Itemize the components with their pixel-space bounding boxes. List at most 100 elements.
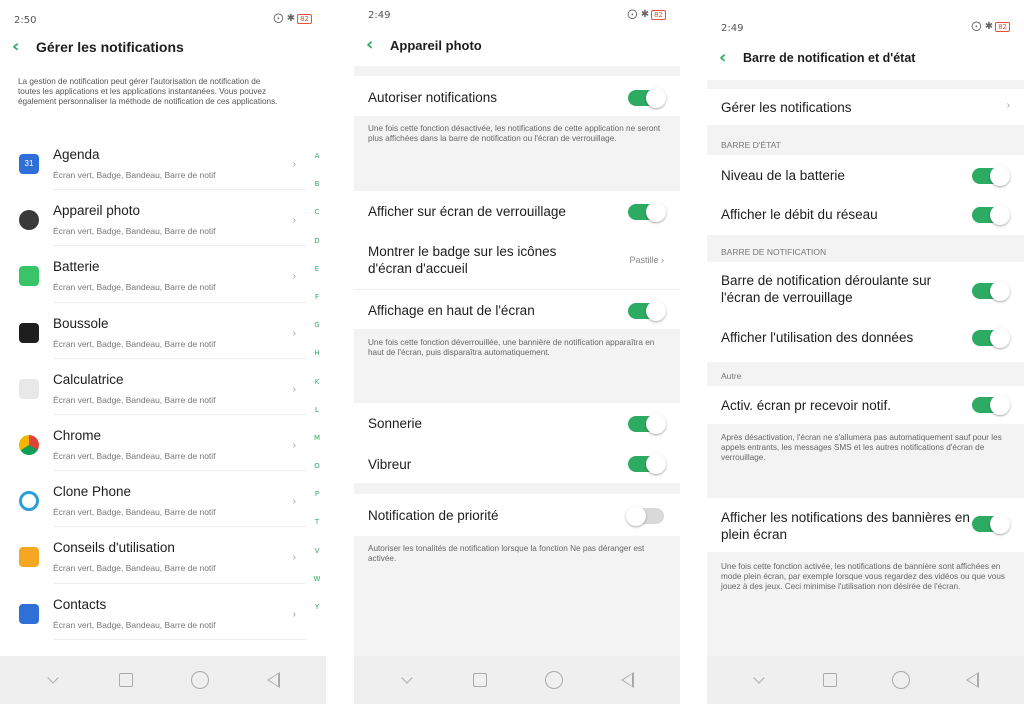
section-other: Autre	[721, 371, 742, 381]
back-arrow-icon[interactable]: ‹	[719, 49, 733, 67]
app-list-item[interactable]: Boussole Écran vert, Badge, Bandeau, Barr…	[0, 303, 306, 359]
chevron-right-icon: ›	[292, 215, 296, 227]
chevron-right-icon: ›	[292, 271, 296, 283]
alphabet-index[interactable]: ABCDEFGHKLMOPTVWY	[312, 142, 322, 621]
index-letter[interactable]: P	[312, 480, 322, 508]
index-letter[interactable]: G	[312, 311, 322, 339]
data-usage-toggle[interactable]	[972, 328, 1010, 348]
app-notification-summary: Écran vert, Badge, Bandeau, Barre de not…	[53, 507, 216, 518]
nav-back-icon[interactable]	[260, 667, 286, 693]
heads-up-note: Une fois cette fonction déverrouillée, u…	[368, 338, 655, 357]
app-notification-summary: Écran vert, Badge, Bandeau, Barre de not…	[53, 282, 216, 293]
page-title: Appareil photo	[390, 37, 482, 53]
lockscreen-toggle[interactable]	[628, 202, 666, 222]
manage-notifications-row[interactable]: Gérer les notifications ›	[707, 89, 1024, 125]
index-letter[interactable]: F	[312, 283, 322, 311]
wake-screen-toggle[interactable]	[972, 395, 1010, 415]
lockscreen-pulldown-toggle[interactable]	[972, 281, 1010, 301]
vibrate-label: Vibreur	[368, 457, 412, 472]
battery-icon: 82	[297, 14, 312, 24]
index-letter[interactable]: E	[312, 255, 322, 283]
app-name: Agenda	[53, 147, 100, 162]
wake-screen-note: Après désactivation, l'écran ne s'allume…	[721, 433, 1002, 462]
nav-home-icon[interactable]	[541, 667, 567, 693]
calendar-icon: 31	[19, 154, 39, 174]
badge-row[interactable]: Montrer le badge sur les icônes d'écran …	[354, 231, 680, 289]
status-bar: 2:50 ⨀ ✱ 82	[0, 0, 326, 30]
app-name: Calculatrice	[53, 371, 124, 387]
app-notification-summary: Écran vert, Badge, Bandeau, Barre de not…	[53, 394, 216, 405]
fullscreen-banner-row[interactable]: Afficher les notifications des bannières…	[707, 498, 1024, 552]
notification-bar-group: Barre de notification déroulante sur l'é…	[707, 262, 1024, 362]
priority-row[interactable]: Notification de priorité	[354, 494, 680, 536]
app-notification-settings-screen: 2:49 ⨀ ✱ 82 ‹ Appareil photo Autoriser no…	[354, 0, 680, 704]
index-letter[interactable]: L	[312, 396, 322, 424]
app-list-item[interactable]: Calculatrice Écran vert, Badge, Bandeau, …	[0, 359, 306, 415]
back-arrow-icon[interactable]: ‹	[366, 36, 380, 54]
fullscreen-banner-toggle[interactable]	[972, 514, 1010, 534]
nav-back-icon[interactable]	[614, 667, 640, 693]
index-letter[interactable]: B	[312, 170, 322, 198]
index-letter[interactable]: T	[312, 508, 322, 536]
chevron-right-icon: ›	[292, 327, 296, 339]
allow-notifications-row[interactable]: Autoriser notifications	[354, 76, 680, 116]
network-speed-label: Afficher le débit du réseau	[721, 207, 878, 222]
index-letter[interactable]: C	[312, 198, 322, 226]
app-list-item[interactable]: Appareil photo Écran vert, Badge, Bandeau…	[0, 190, 306, 247]
chevron-right-icon: ›	[292, 496, 296, 508]
priority-note: Autoriser les tonalités de notification …	[368, 544, 645, 563]
title-bar: ‹ Appareil photo	[354, 30, 680, 60]
battery-level-toggle[interactable]	[972, 166, 1010, 186]
app-name: Boussole	[53, 315, 109, 331]
index-letter[interactable]: H	[312, 339, 322, 367]
nav-hide-icon[interactable]	[40, 667, 66, 693]
index-letter[interactable]: Y	[312, 593, 322, 621]
back-arrow-icon[interactable]: ‹	[12, 38, 26, 56]
app-list-item[interactable]: 31 Agenda Écran vert, Badge, Bandeau, Barr…	[0, 134, 306, 191]
data-usage-label: Afficher l'utilisation des données	[721, 330, 914, 345]
index-letter[interactable]: V	[312, 537, 322, 565]
nav-hide-icon[interactable]	[746, 667, 772, 693]
app-name: Conseils d'utilisation	[53, 540, 175, 556]
tips-icon	[19, 547, 39, 568]
divider	[53, 638, 306, 640]
app-list-item[interactable]: Batterie Écran vert, Badge, Bandeau, Barr…	[0, 246, 306, 303]
wake-screen-row[interactable]: Activ. écran pr recevoir notif.	[707, 386, 1024, 424]
index-letter[interactable]: M	[312, 424, 322, 452]
vibrate-toggle[interactable]	[628, 454, 666, 474]
status-bar-group: Niveau de la batterie Afficher le débit …	[707, 155, 1024, 235]
app-list-item[interactable]: Clone Phone Écran vert, Badge, Bandeau, B…	[0, 471, 306, 528]
lockscreen-row[interactable]: Afficher sur écran de verrouillage	[354, 191, 680, 231]
chevron-right-icon: ›	[1006, 100, 1010, 111]
heads-up-row[interactable]: Affichage en haut de l'écran	[354, 289, 680, 329]
battery-level-label: Niveau de la batterie	[721, 168, 845, 183]
index-letter[interactable]: K	[312, 368, 322, 396]
heads-up-toggle[interactable]	[628, 301, 666, 321]
index-letter[interactable]: A	[312, 142, 322, 170]
app-list-item[interactable]: Conseils d'utilisation Écran vert, Badge,…	[0, 527, 306, 584]
index-letter[interactable]: O	[312, 452, 322, 480]
nav-recents-icon[interactable]	[817, 667, 843, 693]
nav-home-icon[interactable]	[888, 667, 914, 693]
app-name: Batterie	[53, 259, 100, 275]
status-time: 2:49	[368, 10, 391, 21]
index-letter[interactable]: W	[312, 565, 322, 593]
nav-recents-icon[interactable]	[467, 667, 493, 693]
status-time: 2:49	[721, 23, 744, 34]
nav-home-icon[interactable]	[187, 667, 213, 693]
app-list-item[interactable]: Chrome Écran vert, Badge, Bandeau, Barre …	[0, 415, 306, 472]
app-list-item[interactable]: Contacts Écran vert, Badge, Bandeau, Barr…	[0, 584, 306, 640]
network-speed-toggle[interactable]	[972, 205, 1010, 225]
app-notification-summary: Écran vert, Badge, Bandeau, Barre de not…	[53, 563, 216, 574]
index-letter[interactable]: D	[312, 227, 322, 255]
priority-toggle[interactable]	[626, 506, 664, 526]
nav-hide-icon[interactable]	[394, 667, 420, 693]
nav-recents-icon[interactable]	[113, 667, 139, 693]
ringtone-toggle[interactable]	[628, 414, 666, 434]
title-bar: ‹ Gérer les notifications	[0, 32, 326, 62]
nav-back-icon[interactable]	[959, 667, 985, 693]
status-bar-settings-screen: 2:49 ⨀ ✱ 82 ‹ Barre de notification et d'…	[707, 0, 1024, 704]
app-name: Contacts	[53, 596, 107, 612]
allow-notifications-toggle[interactable]	[628, 88, 666, 108]
status-bar: 2:49 ⨀ ✱ 82	[354, 0, 680, 30]
